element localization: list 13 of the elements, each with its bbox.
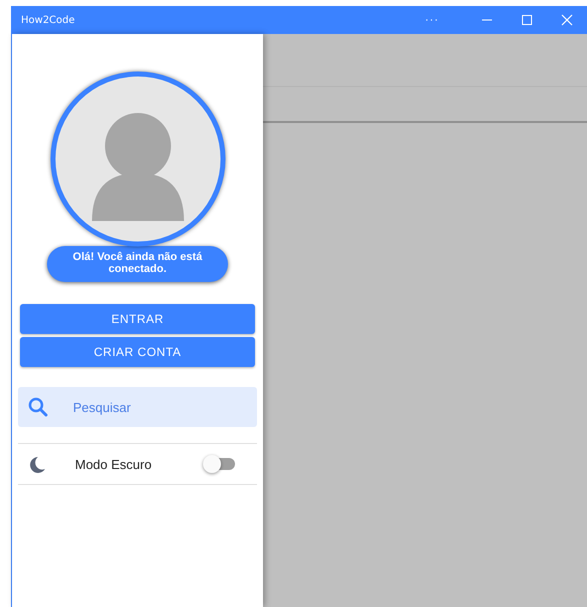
search-item[interactable]: Pesquisar: [18, 387, 257, 427]
close-icon: [561, 14, 573, 26]
action-button[interactable]: CRIAR CONTA: [20, 337, 255, 367]
toggle-switch[interactable]: [205, 458, 235, 470]
greeting-message: Olá! Você ainda não está conectado.: [47, 246, 228, 282]
maximize-icon: [521, 14, 533, 26]
action-button[interactable]: ENTRAR: [20, 304, 255, 334]
setting-label: Modo Escuro: [75, 456, 153, 472]
moon-icon: [28, 454, 48, 474]
window-title: How2Code: [21, 14, 75, 26]
avatar-icon: [48, 69, 228, 249]
more-button[interactable]: ···: [407, 6, 457, 34]
search-icon: [28, 397, 48, 417]
